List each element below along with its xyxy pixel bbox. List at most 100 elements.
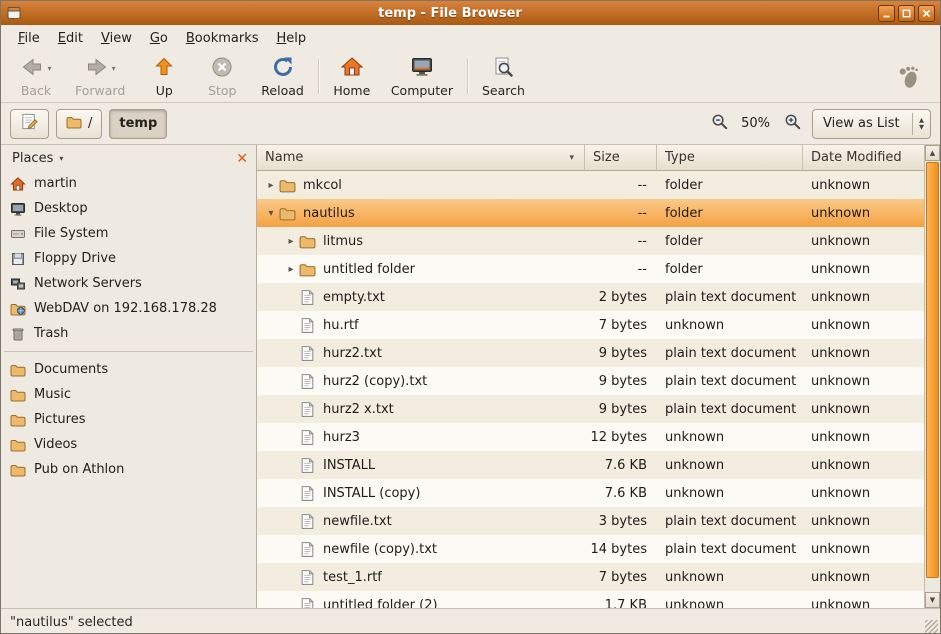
- file-size: 7 bytes: [585, 318, 657, 333]
- close-button[interactable]: [918, 5, 935, 22]
- table-row[interactable]: hurz2 x.txt 9 bytes plain text document …: [257, 395, 924, 423]
- table-row[interactable]: INSTALL (copy) 7.6 KB unknown unknown: [257, 479, 924, 507]
- menu-view[interactable]: View: [92, 28, 141, 49]
- toolbar-separator: [467, 59, 468, 94]
- table-row-selected[interactable]: ▾ nautilus -- folder unknown: [257, 199, 924, 227]
- file-name: untitled folder (2): [319, 598, 438, 609]
- expander-icon[interactable]: ▸: [283, 264, 299, 275]
- search-icon: [491, 55, 515, 83]
- sidebar-item-martin[interactable]: martin: [1, 171, 256, 196]
- table-row[interactable]: hurz2 (copy).txt 9 bytes plain text docu…: [257, 367, 924, 395]
- table-row[interactable]: ▸ mkcol -- folder unknown: [257, 171, 924, 199]
- sidebar-item-trash[interactable]: Trash: [1, 321, 256, 346]
- file-icon: [299, 597, 319, 609]
- file-name: untitled folder: [319, 262, 415, 277]
- file-name: test_1.rtf: [319, 570, 382, 585]
- column-header-name[interactable]: Name ▾: [257, 145, 585, 171]
- sidebar-item-documents[interactable]: Documents: [1, 357, 256, 382]
- file-date-modified: unknown: [803, 178, 924, 193]
- desktop-icon: [10, 201, 26, 217]
- expander-icon[interactable]: ▸: [283, 236, 299, 247]
- toggle-location-entry-button[interactable]: [10, 109, 49, 139]
- menu-bookmarks[interactable]: Bookmarks: [177, 28, 268, 49]
- minimize-button[interactable]: [878, 5, 895, 22]
- titlebar[interactable]: temp - File Browser: [1, 1, 940, 25]
- status-text: "nautilus" selected: [10, 615, 133, 630]
- file-size: 14 bytes: [585, 542, 657, 557]
- menu-file[interactable]: File: [9, 28, 49, 49]
- menu-help[interactable]: Help: [268, 28, 316, 49]
- file-size: 7 bytes: [585, 570, 657, 585]
- back-history-caret-icon[interactable]: ▾: [47, 64, 51, 73]
- table-row[interactable]: test_1.rtf 7 bytes unknown unknown: [257, 563, 924, 591]
- stop-icon: [210, 55, 234, 83]
- file-size: 2 bytes: [585, 290, 657, 305]
- sidebar-item-webdav-on-192-168-178-28[interactable]: WebDAV on 192.168.178.28: [1, 296, 256, 321]
- sidebar-item-desktop[interactable]: Desktop: [1, 196, 256, 221]
- table-row[interactable]: hurz3 12 bytes unknown unknown: [257, 423, 924, 451]
- table-row[interactable]: hu.rtf 7 bytes unknown unknown: [257, 311, 924, 339]
- file-name: nautilus: [299, 206, 355, 221]
- scrollbar-thumb[interactable]: [926, 162, 939, 578]
- sidebar-item-music[interactable]: Music: [1, 382, 256, 407]
- file-type: plain text document: [657, 402, 803, 417]
- table-row[interactable]: untitled folder (2) 1.7 KB unknown unkno…: [257, 591, 924, 608]
- file-name: INSTALL (copy): [319, 486, 420, 501]
- back-button[interactable]: ▾ Back: [7, 53, 65, 100]
- table-row[interactable]: hurz2.txt 9 bytes plain text document un…: [257, 339, 924, 367]
- file-name: hurz3: [319, 430, 360, 445]
- sidebar-item-pictures[interactable]: Pictures: [1, 407, 256, 432]
- sidebar-item-network-servers[interactable]: Network Servers: [1, 271, 256, 296]
- sidebar-close-icon[interactable]: ✕: [236, 152, 248, 166]
- menu-go[interactable]: Go: [141, 28, 177, 49]
- file-size: 9 bytes: [585, 374, 657, 389]
- column-header-size[interactable]: Size: [585, 145, 657, 171]
- table-row[interactable]: INSTALL 7.6 KB unknown unknown: [257, 451, 924, 479]
- view-mode-spinner-icon: ▲▼: [912, 113, 924, 135]
- computer-icon: [410, 55, 434, 83]
- path-button-current[interactable]: temp: [109, 109, 167, 139]
- places-dropdown-caret-icon[interactable]: ▾: [59, 154, 63, 163]
- menu-edit[interactable]: Edit: [49, 28, 92, 49]
- resize-grip[interactable]: [925, 620, 938, 633]
- gnome-throbber-icon: [884, 53, 934, 100]
- table-row[interactable]: newfile (copy).txt 14 bytes plain text d…: [257, 535, 924, 563]
- scroll-up-icon[interactable]: ▲: [925, 145, 940, 161]
- table-row[interactable]: newfile.txt 3 bytes plain text document …: [257, 507, 924, 535]
- computer-button[interactable]: Computer: [381, 53, 463, 100]
- column-header-date-modified[interactable]: Date Modified: [803, 145, 924, 171]
- vertical-scrollbar[interactable]: ▲ ▼: [924, 145, 940, 608]
- expander-icon[interactable]: ▾: [263, 208, 279, 219]
- path-current-label: temp: [119, 116, 157, 131]
- stop-button[interactable]: Stop: [193, 53, 251, 100]
- file-date-modified: unknown: [803, 374, 924, 389]
- sidebar-item-videos[interactable]: Videos: [1, 432, 256, 457]
- path-button-root[interactable]: /: [56, 109, 102, 139]
- scroll-down-icon[interactable]: ▼: [925, 592, 940, 608]
- forward-history-caret-icon[interactable]: ▾: [112, 64, 116, 73]
- home-button[interactable]: Home: [323, 53, 381, 100]
- places-header[interactable]: Places ▾ ✕: [1, 145, 256, 171]
- expander-icon[interactable]: ▸: [263, 180, 279, 191]
- sidebar-item-floppy-drive[interactable]: Floppy Drive: [1, 246, 256, 271]
- sidebar-item-file-system[interactable]: File System: [1, 221, 256, 246]
- table-row[interactable]: ▸ litmus -- folder unknown: [257, 227, 924, 255]
- forward-button[interactable]: ▾ Forward: [65, 53, 135, 100]
- zoom-out-button[interactable]: [706, 111, 732, 137]
- window-menu-icon[interactable]: [6, 5, 22, 21]
- column-header-type[interactable]: Type: [657, 145, 803, 171]
- view-mode-select[interactable]: View as List ▲▼: [812, 109, 931, 139]
- folder-icon: [10, 462, 26, 478]
- sidebar-item-pub-on-athlon[interactable]: Pub on Athlon: [1, 457, 256, 482]
- maximize-button[interactable]: [898, 5, 915, 22]
- toolbar: ▾ Back ▾ Forward Up Stop Reload Home Com…: [1, 51, 940, 103]
- file-date-modified: unknown: [803, 570, 924, 585]
- file-date-modified: unknown: [803, 290, 924, 305]
- reload-button[interactable]: Reload: [251, 53, 314, 100]
- zoom-in-button[interactable]: [779, 111, 805, 137]
- search-button[interactable]: Search: [472, 53, 535, 100]
- table-row[interactable]: ▸ untitled folder -- folder unknown: [257, 255, 924, 283]
- up-button[interactable]: Up: [135, 53, 193, 100]
- file-type: plain text document: [657, 514, 803, 529]
- table-row[interactable]: empty.txt 2 bytes plain text document un…: [257, 283, 924, 311]
